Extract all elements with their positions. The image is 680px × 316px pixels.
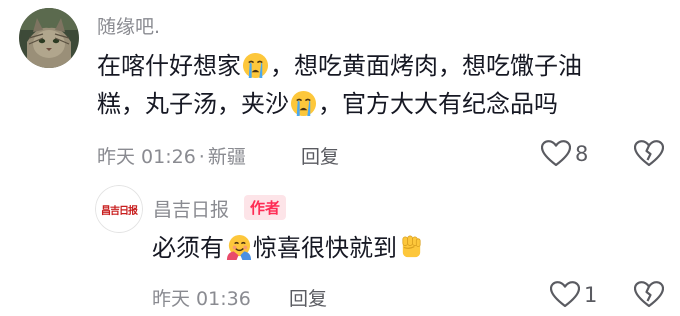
dislike-button[interactable] <box>633 281 665 312</box>
comment-text: 在喀什好想家 ，想吃黄面烤肉，想吃馓子油 糕，丸子汤，夹沙 ，官方大大有纪念品吗 <box>97 47 657 123</box>
reply-text-part: 必须有 <box>152 234 224 262</box>
comment-text-part: 在喀什好想家 <box>97 52 241 80</box>
comment-text-part: ，官方大大有纪念品吗 <box>318 90 558 118</box>
broken-heart-icon <box>633 281 665 308</box>
comment-text-part: 糕，丸子汤，夹沙 <box>97 90 289 118</box>
reply-text: 必须有 惊喜很快就到 <box>152 229 426 267</box>
reply-username[interactable]: 昌吉日报 <box>153 195 229 222</box>
comment-text-part: ，想吃黄面烤肉，想吃馓子油 <box>270 52 582 80</box>
like-count: 8 <box>575 141 589 166</box>
newspaper-logo: 昌吉日报 <box>95 185 143 233</box>
raised-fist-icon <box>402 235 421 258</box>
author-badge: 作者 <box>244 195 287 220</box>
crying-face-icon <box>242 52 269 79</box>
user-avatar[interactable] <box>19 8 79 68</box>
comment-username[interactable]: 随缘吧. <box>97 12 160 39</box>
heart-icon <box>550 281 580 308</box>
dislike-button[interactable] <box>633 140 665 171</box>
logo-text: 昌吉日报 <box>101 205 138 217</box>
meta-separator: · <box>198 146 205 168</box>
reply-button[interactable]: 回复 <box>301 142 339 169</box>
comment-meta: 昨天 01:26 · 新疆 <box>97 142 246 169</box>
like-button[interactable]: 8 <box>541 140 588 167</box>
crying-face-icon <box>290 90 317 117</box>
reply-button[interactable]: 回复 <box>289 284 327 311</box>
reply-text-part: 惊喜很快就到 <box>253 234 397 262</box>
like-button[interactable]: 1 <box>550 281 597 308</box>
author-avatar[interactable]: 昌吉日报 <box>95 185 143 233</box>
like-count: 1 <box>584 282 598 307</box>
hugging-face-icon <box>226 234 252 261</box>
broken-heart-icon <box>633 140 665 167</box>
heart-icon <box>541 140 571 167</box>
comment-location: 新疆 <box>207 146 246 168</box>
reply-time: 昨天 01:36 <box>152 288 251 310</box>
comment-time: 昨天 01:26 <box>97 146 196 168</box>
